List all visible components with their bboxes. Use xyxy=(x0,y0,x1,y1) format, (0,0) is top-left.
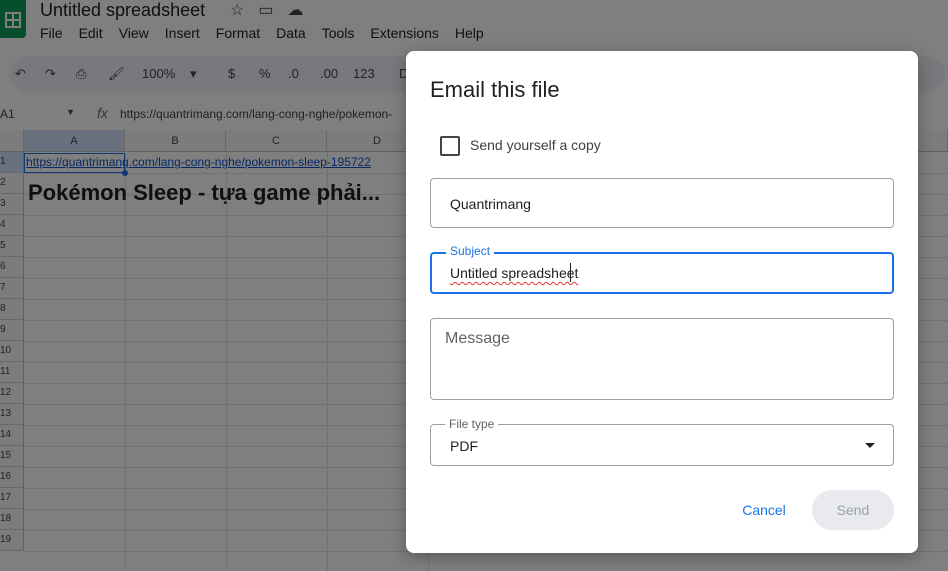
send-button[interactable]: Send xyxy=(812,490,894,530)
text-cursor xyxy=(570,263,571,282)
dialog-title: Email this file xyxy=(430,77,560,102)
file-type-label: File type xyxy=(445,417,499,431)
subject-field[interactable]: Subject Untitled spreadsheet xyxy=(430,244,894,294)
send-copy-checkbox[interactable] xyxy=(440,136,460,156)
file-type-select[interactable]: File type PDF xyxy=(430,417,894,466)
subject-value: Untitled spreadsheet xyxy=(450,265,579,281)
recipient-value: Quantrimang xyxy=(450,196,531,212)
recipient-field[interactable]: Quantrimang xyxy=(430,178,894,228)
dropdown-arrow-icon xyxy=(865,443,875,448)
cancel-button[interactable]: Cancel xyxy=(727,500,801,520)
message-field[interactable]: Message xyxy=(430,318,894,400)
message-placeholder: Message xyxy=(445,330,510,347)
email-file-dialog: Email this file Send yourself a copy Qua… xyxy=(406,51,918,553)
file-type-value: PDF xyxy=(450,438,478,454)
subject-label: Subject xyxy=(446,244,495,258)
send-copy-label[interactable]: Send yourself a copy xyxy=(470,137,601,153)
